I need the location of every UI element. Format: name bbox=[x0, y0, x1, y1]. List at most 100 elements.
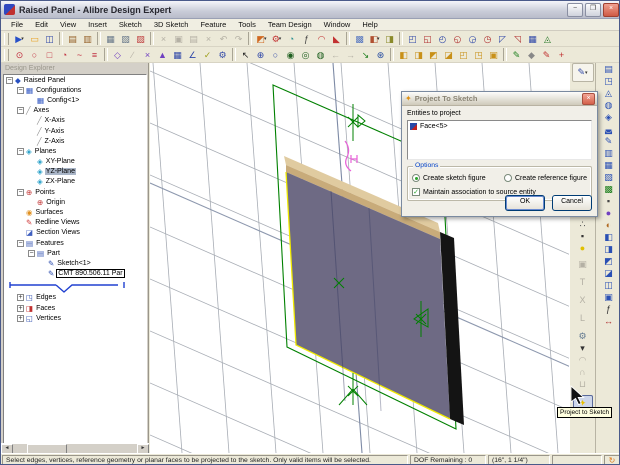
tree-item-zx-plane[interactable]: ◈ ZX-Plane bbox=[4, 177, 146, 187]
redline-pen-icon[interactable]: ✎ bbox=[539, 48, 554, 62]
view-iso-icon[interactable]: ▣ bbox=[486, 48, 501, 62]
jog-icon[interactable]: ◛ bbox=[600, 123, 618, 135]
pencil-icon[interactable]: ✎ bbox=[600, 135, 618, 147]
tree-item-y-axis[interactable]: ╱ Y-Axis bbox=[4, 126, 146, 136]
list-icon[interactable]: ▦ bbox=[600, 159, 618, 171]
tree-item-surfaces[interactable]: ◉ Surfaces bbox=[4, 207, 146, 217]
claw-icon[interactable]: ◬ bbox=[600, 87, 618, 99]
tree-item-edges[interactable]: + ◳ Edges bbox=[4, 293, 146, 303]
expand-box[interactable]: + bbox=[17, 294, 24, 302]
cut-icon[interactable]: × bbox=[156, 32, 171, 46]
minimize-button[interactable]: − bbox=[567, 2, 583, 17]
cube-2-icon[interactable]: ◨ bbox=[600, 243, 618, 255]
ok-button[interactable]: OK bbox=[505, 195, 545, 211]
zoom-in-icon[interactable]: ◉ bbox=[283, 48, 298, 62]
cube-3-icon[interactable]: ◩ bbox=[600, 255, 618, 267]
tree-item-part[interactable]: − ▤ Part bbox=[4, 248, 146, 258]
expand-box[interactable]: + bbox=[17, 304, 24, 312]
extrude-boss-icon[interactable]: ◰ bbox=[405, 32, 420, 46]
menu-feature[interactable]: Feature bbox=[194, 20, 232, 29]
cube-stack-icon[interactable]: ◫ bbox=[600, 279, 618, 291]
view-right-icon[interactable]: ◪ bbox=[441, 48, 456, 62]
dot-icon[interactable]: ▪ bbox=[600, 195, 618, 207]
save-icon[interactable]: ◫ bbox=[42, 32, 57, 46]
redo-icon[interactable]: ↷ bbox=[231, 32, 246, 46]
entities-listbox[interactable]: Face<5> bbox=[407, 120, 592, 160]
sketch-view-icon[interactable]: ✎ bbox=[509, 48, 524, 62]
radio-unselected-icon[interactable] bbox=[504, 174, 512, 182]
mirror-feature-icon[interactable]: ◬ bbox=[540, 32, 555, 46]
view-left-icon[interactable]: ◩ bbox=[426, 48, 441, 62]
tree-item-xy-plane[interactable]: ◈ XY-Plane bbox=[4, 157, 146, 167]
restore-button[interactable]: ❐ bbox=[585, 2, 601, 17]
tree-item-axes[interactable]: − ╱ Axes bbox=[4, 106, 146, 116]
part-cube-icon[interactable]: ◳ bbox=[600, 75, 618, 87]
gear-icon[interactable]: ⚙ bbox=[574, 330, 592, 342]
create-reference-figure-option[interactable]: Create reference figure bbox=[504, 174, 587, 182]
collapse-box[interactable]: − bbox=[17, 239, 24, 247]
l-tool-icon[interactable]: L bbox=[574, 312, 592, 324]
sketch-rectangle-icon[interactable]: □ bbox=[42, 48, 57, 62]
menu-help[interactable]: Help bbox=[356, 20, 383, 29]
triad-icon[interactable]: + bbox=[554, 48, 569, 62]
globe-icon[interactable]: ◍ bbox=[600, 99, 618, 111]
collapse-box[interactable]: − bbox=[17, 86, 24, 94]
revolve-boss-icon[interactable]: ◴ bbox=[435, 32, 450, 46]
print-preview-icon[interactable]: ▧ bbox=[118, 32, 133, 46]
equation-icon[interactable]: ƒ bbox=[299, 32, 314, 46]
sketch-ellipse-icon[interactable]: ○ bbox=[27, 48, 42, 62]
menu-edit[interactable]: Edit bbox=[29, 20, 54, 29]
sphere-icon[interactable]: ● bbox=[600, 207, 618, 219]
mechanism-icon[interactable]: ⚙ bbox=[215, 48, 230, 62]
expand-box[interactable]: + bbox=[17, 314, 24, 322]
tree-item-points[interactable]: − ⊕ Points bbox=[4, 187, 146, 197]
tree-item-planes[interactable]: − ◈ Planes bbox=[4, 146, 146, 156]
select-arrow-icon[interactable]: ↖ bbox=[238, 48, 253, 62]
view-bottom-icon[interactable]: ◳ bbox=[471, 48, 486, 62]
menu-insert[interactable]: Insert bbox=[82, 20, 113, 29]
list-alt-icon[interactable]: ▧ bbox=[600, 171, 618, 183]
sweep-icon[interactable]: ◶ bbox=[465, 32, 480, 46]
menu-team-design[interactable]: Team Design bbox=[262, 20, 318, 29]
view-back-icon[interactable]: ◨ bbox=[411, 48, 426, 62]
feature-tree[interactable]: − ◆ Raised Panel − ▦ Configurations ▦ Config<1>… bbox=[3, 74, 147, 444]
tree-item-origin[interactable]: ⊕ Origin bbox=[4, 197, 146, 207]
appearance-icon[interactable]: ◩ ▾ bbox=[254, 32, 269, 46]
collapse-box[interactable]: − bbox=[17, 147, 24, 155]
tree-item-cmt-890-506-11[interactable]: ✎ CMT 890.506.11 Par bbox=[4, 269, 146, 279]
sketch-point-icon[interactable]: ⊙ bbox=[12, 48, 27, 62]
tree-item-section-views[interactable]: ◪ Section Views bbox=[4, 228, 146, 238]
dims-icon[interactable]: ↔ bbox=[600, 315, 618, 327]
sketch-offset-icon[interactable]: ≡ bbox=[87, 48, 102, 62]
collapse-box[interactable]: − bbox=[17, 107, 24, 115]
create-sketch-figure-option[interactable]: Create sketch figure bbox=[412, 174, 504, 182]
menu-sketch[interactable]: Sketch bbox=[113, 20, 148, 29]
collapse-box[interactable]: − bbox=[28, 249, 35, 257]
tree-item-z-axis[interactable]: ╱ Z-Axis bbox=[4, 136, 146, 146]
entity-list-item[interactable]: Face<5> bbox=[410, 123, 589, 130]
menu-view[interactable]: View bbox=[54, 20, 82, 29]
package-icon[interactable]: ▩ bbox=[600, 183, 618, 195]
convert-entities-icon[interactable]: ▲ bbox=[155, 48, 170, 62]
dimension-marks-icon[interactable]: ∴ bbox=[574, 218, 592, 230]
report-icon[interactable]: ▨ bbox=[133, 32, 148, 46]
camera-icon[interactable]: ▣ bbox=[574, 258, 592, 270]
insert-line-icon[interactable]: ∕ bbox=[125, 48, 140, 62]
menu-file[interactable]: File bbox=[5, 20, 29, 29]
analyze-check-icon[interactable]: ✓ bbox=[200, 48, 215, 62]
open-file-icon[interactable]: ▭ bbox=[27, 32, 42, 46]
material-icon[interactable]: ◧ ▾ bbox=[367, 32, 382, 46]
tree-item-x-axis[interactable]: ╱ X-Axis bbox=[4, 116, 146, 126]
sketch-arc-icon[interactable]: ◔ bbox=[57, 48, 72, 62]
menu-tools[interactable]: Tools bbox=[232, 20, 262, 29]
print-icon[interactable]: ▦ bbox=[103, 32, 118, 46]
cube-4-icon[interactable]: ◪ bbox=[600, 267, 618, 279]
tree-item-faces[interactable]: + ◨ Faces bbox=[4, 303, 146, 313]
cube-1-icon[interactable]: ◧ bbox=[600, 231, 618, 243]
view-front-icon[interactable]: ◧ bbox=[396, 48, 411, 62]
constraint-icon[interactable]: ◔ bbox=[284, 32, 299, 46]
note-icon[interactable]: ▥ bbox=[600, 147, 618, 159]
text-tool-icon[interactable]: T bbox=[574, 276, 592, 288]
notebook-icon[interactable]: ▤ bbox=[600, 63, 618, 75]
import-icon[interactable]: ▤ bbox=[65, 32, 80, 46]
